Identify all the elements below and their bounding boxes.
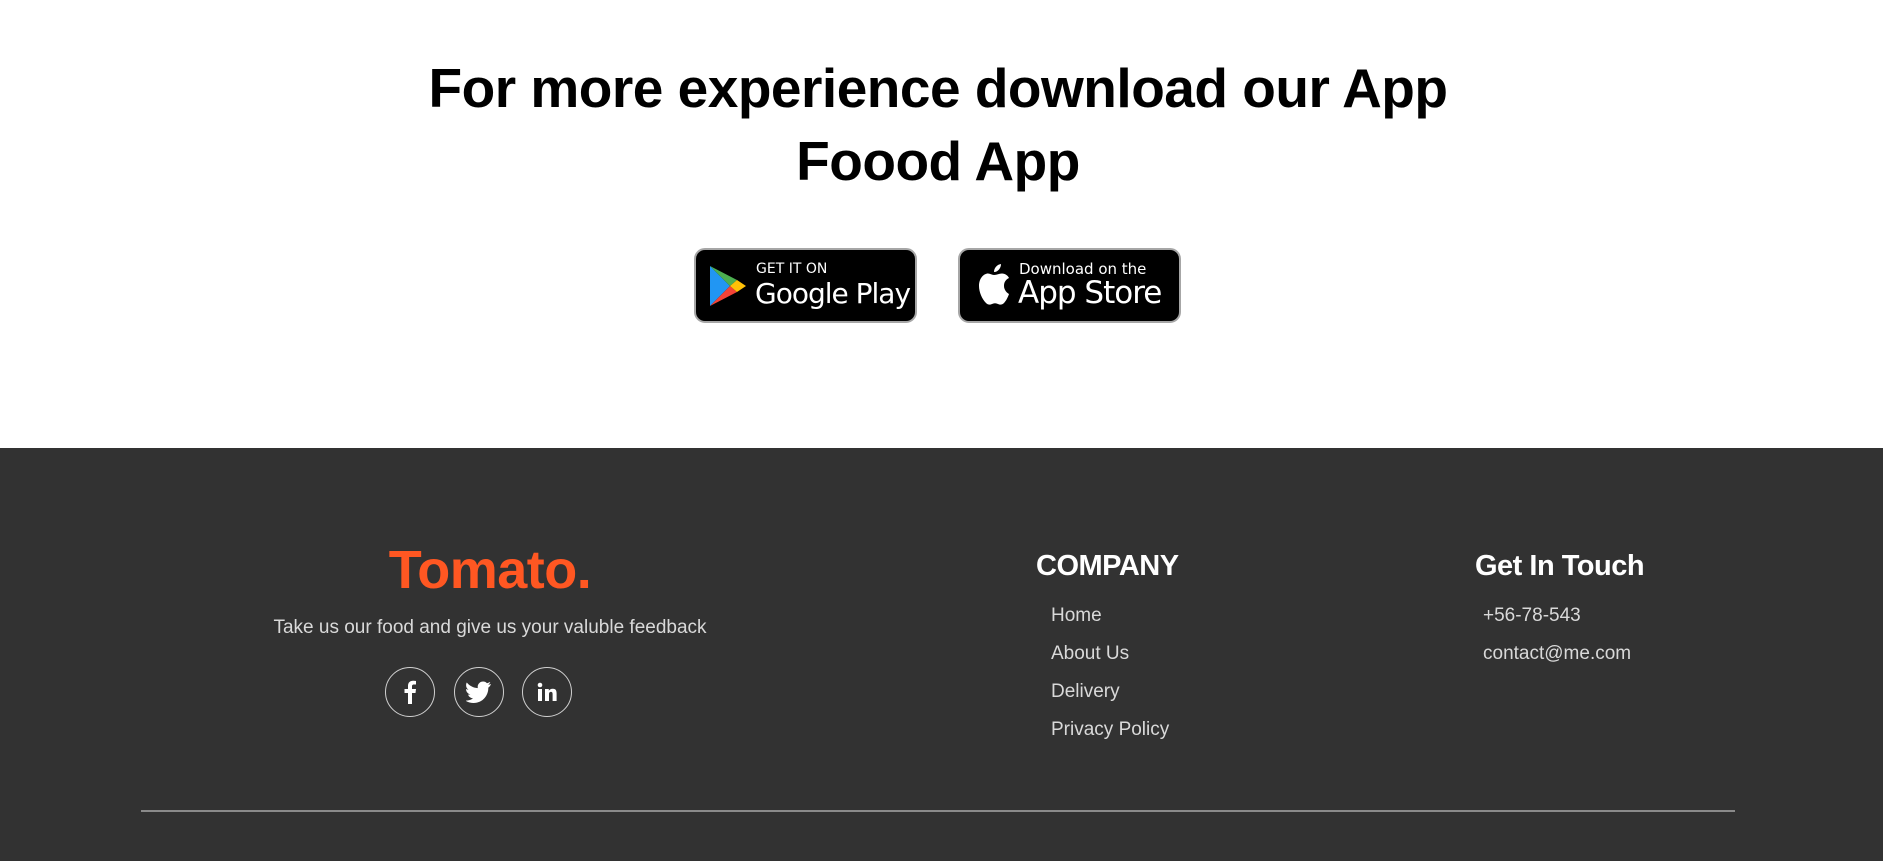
footer-contact-column: Get In Touch +56-78-543 contact@me.com	[1475, 548, 1735, 680]
contact-phone: +56-78-543	[1483, 605, 1581, 626]
google-play-button[interactable]: GET IT ON Google Play	[694, 248, 917, 323]
google-play-small-label: GET IT ON	[756, 261, 828, 277]
contact-details: +56-78-543 contact@me.com	[1475, 604, 1735, 666]
twitter-link[interactable]	[454, 667, 504, 717]
app-store-big-label: App Store	[1018, 275, 1162, 311]
contact-heading: Get In Touch	[1475, 550, 1645, 582]
linkedin-link[interactable]	[522, 667, 572, 717]
site-footer: Tomato. Take us our food and give us you…	[0, 448, 1883, 861]
footer-link-home[interactable]: Home	[1051, 604, 1276, 628]
facebook-link[interactable]	[385, 667, 435, 717]
facebook-icon	[404, 680, 416, 704]
google-play-icon	[710, 266, 746, 306]
footer-link-delivery[interactable]: Delivery	[1051, 680, 1276, 704]
twitter-icon	[466, 681, 491, 703]
store-badges: GET IT ON Google Play Download on the Ap…	[0, 248, 1883, 323]
app-download-section: For more experience download our App Foo…	[0, 0, 1883, 448]
company-links: Home About Us Delivery Privacy Policy	[1036, 604, 1276, 742]
footer-link-privacy-policy[interactable]: Privacy Policy	[1051, 718, 1276, 742]
linkedin-icon	[537, 682, 557, 701]
footer-link-about-us[interactable]: About Us	[1051, 642, 1276, 666]
footer-brand-column: Tomato. Take us our food and give us you…	[230, 540, 750, 640]
app-download-heading-line2: Foood App	[796, 130, 1080, 192]
company-heading: COMPANY	[1036, 550, 1179, 582]
brand-tagline: Take us our food and give us your valubl…	[273, 617, 707, 638]
footer-divider	[141, 810, 1735, 812]
brand-logo[interactable]: Tomato.	[230, 540, 750, 600]
app-download-heading-line1: For more experience download our App	[428, 57, 1449, 119]
google-play-big-label: Google Play	[755, 277, 911, 310]
app-store-button[interactable]: Download on the App Store	[958, 248, 1181, 323]
social-links	[385, 667, 575, 717]
contact-email: contact@me.com	[1483, 643, 1632, 664]
footer-company-column: COMPANY Home About Us Delivery Privacy P…	[1036, 548, 1276, 756]
app-download-heading: For more experience download our App Foo…	[0, 52, 1876, 198]
apple-icon	[979, 264, 1009, 305]
